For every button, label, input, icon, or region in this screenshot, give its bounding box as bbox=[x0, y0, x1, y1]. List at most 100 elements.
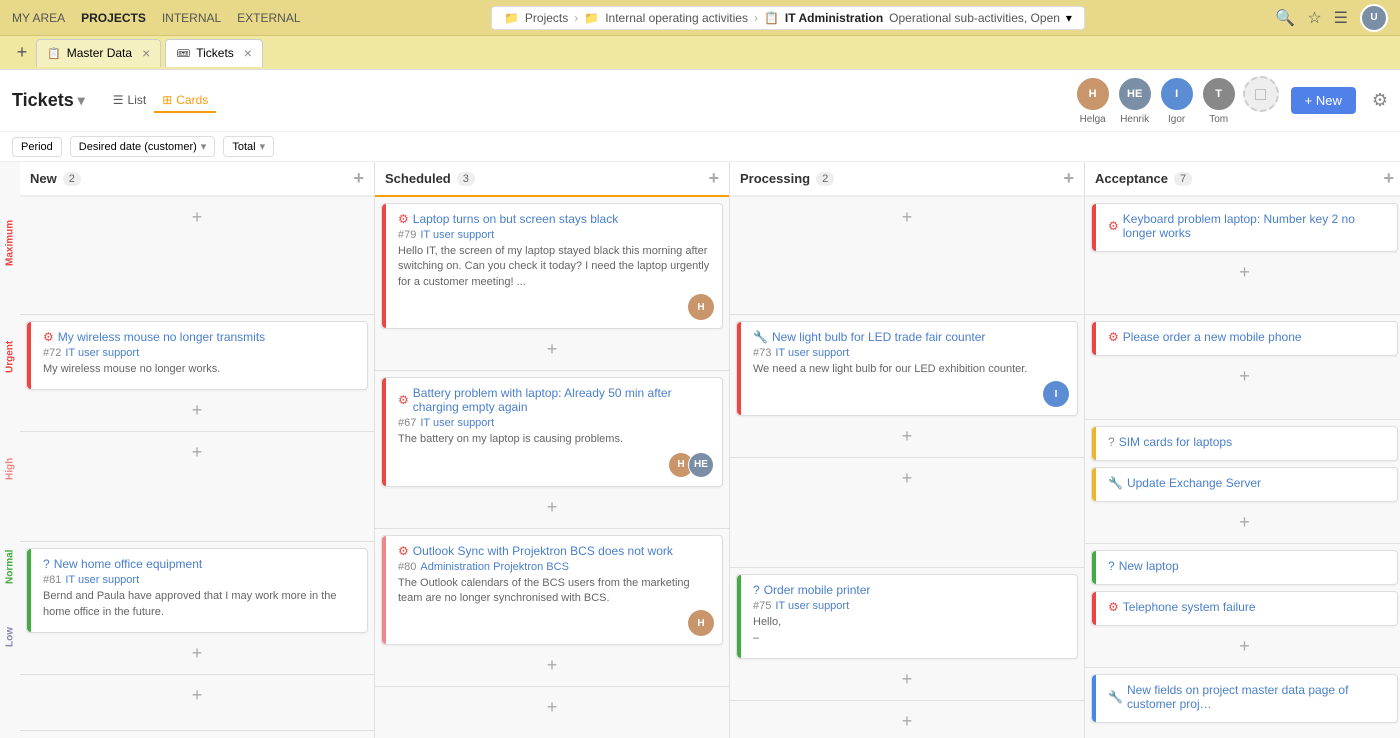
breadcrumb-projects[interactable]: Projects bbox=[525, 11, 568, 25]
breadcrumb-internal[interactable]: Internal operating activities bbox=[605, 11, 748, 25]
add-card-scheduled-high[interactable]: + bbox=[381, 651, 723, 680]
cell-acceptance-urgent: ⚙ Please order a new mobile phone + bbox=[1085, 315, 1400, 420]
card-telephone-failure[interactable]: ⚙ Telephone system failure bbox=[1091, 591, 1398, 626]
filter-period[interactable]: Period bbox=[12, 137, 62, 157]
add-card-scheduled-urgent[interactable]: + bbox=[381, 493, 723, 522]
filter-total[interactable]: Total ▾ bbox=[223, 136, 274, 157]
card-wireless-mouse[interactable]: ⚙ My wireless mouse no longer transmits … bbox=[26, 321, 368, 390]
add-card-processing-normal[interactable]: + bbox=[736, 665, 1078, 694]
add-card-scheduled-normal[interactable]: + bbox=[381, 693, 723, 722]
user-avatar[interactable]: U bbox=[1360, 4, 1388, 32]
star-icon[interactable]: ☆ bbox=[1307, 8, 1321, 28]
card-light-bulb[interactable]: 🔧 New light bulb for LED trade fair coun… bbox=[736, 321, 1078, 416]
add-card-new-maximum[interactable]: + bbox=[26, 203, 368, 232]
add-card-new-high[interactable]: + bbox=[26, 438, 368, 467]
card-new-mobile-phone[interactable]: ⚙ Please order a new mobile phone bbox=[1091, 321, 1398, 356]
card-sim-cards[interactable]: ? SIM cards for laptops bbox=[1091, 426, 1398, 461]
add-card-acceptance-low[interactable]: + bbox=[1091, 729, 1398, 738]
card-content: ? New home office equipment #81 IT user … bbox=[43, 557, 359, 620]
add-card-new-normal[interactable]: + bbox=[26, 639, 368, 668]
card-exchange-server[interactable]: 🔧 Update Exchange Server bbox=[1091, 467, 1398, 502]
col-scheduled-label: Scheduled bbox=[385, 171, 451, 186]
card-outlook-sync[interactable]: ⚙ Outlook Sync with Projektron BCS does … bbox=[381, 535, 723, 646]
priority-bar bbox=[1092, 204, 1096, 251]
card-new-fields[interactable]: 🔧 New fields on project master data page… bbox=[1091, 674, 1398, 723]
toolbar: Tickets ▾ ☰ List ⊞ Cards H Helga HE Henr… bbox=[0, 70, 1400, 132]
cell-new-maximum: + bbox=[20, 197, 374, 315]
tab-tickets-close[interactable]: × bbox=[244, 45, 252, 61]
card-subtitle: #80 Administration Projektron BCS bbox=[398, 561, 714, 573]
card-laptop-screen[interactable]: ⚙ Laptop turns on but screen stays black… bbox=[381, 203, 723, 329]
swimlane-label-maximum: Maximum bbox=[0, 184, 20, 302]
avatar-helga[interactable]: H Helga bbox=[1075, 76, 1111, 125]
card-avatar: H bbox=[688, 610, 714, 636]
menu-icon[interactable]: ☰ bbox=[1334, 8, 1348, 28]
add-card-acceptance-normal[interactable]: + bbox=[1091, 632, 1398, 661]
add-card-new-low[interactable]: + bbox=[26, 681, 368, 710]
nav-internal[interactable]: INTERNAL bbox=[162, 11, 221, 25]
add-card-acceptance-urgent[interactable]: + bbox=[1091, 362, 1398, 391]
card-title: ⚙ Outlook Sync with Projektron BCS does … bbox=[398, 544, 714, 558]
card-body: The battery on my laptop is causing prob… bbox=[398, 432, 714, 447]
nav-my-area[interactable]: MY AREA bbox=[12, 11, 65, 25]
card-title-icon: ⚙ bbox=[398, 393, 409, 407]
cards-view-button[interactable]: ⊞ Cards bbox=[154, 89, 216, 113]
new-button[interactable]: + New bbox=[1291, 87, 1356, 114]
card-home-office[interactable]: ? New home office equipment #81 IT user … bbox=[26, 548, 368, 633]
avatar-igor[interactable]: I Igor bbox=[1159, 76, 1195, 125]
swimlane-label-urgent: Urgent bbox=[0, 302, 20, 412]
card-footer: I bbox=[753, 381, 1069, 407]
add-card-scheduled-maximum[interactable]: + bbox=[381, 335, 723, 364]
cell-processing-low: + bbox=[730, 701, 1084, 738]
filter-desired-date[interactable]: Desired date (customer) ▾ bbox=[70, 136, 216, 157]
card-keyboard-problem[interactable]: ⚙ Keyboard problem laptop: Number key 2 … bbox=[1091, 203, 1398, 252]
col-processing-add[interactable]: + bbox=[1063, 168, 1074, 189]
search-icon[interactable]: 🔍 bbox=[1275, 8, 1295, 28]
card-mobile-printer[interactable]: ? Order mobile printer #75 IT user suppo… bbox=[736, 574, 1078, 659]
list-view-button[interactable]: ☰ List bbox=[105, 89, 154, 113]
col-scheduled-add[interactable]: + bbox=[708, 168, 719, 189]
card-footer: H HE bbox=[398, 452, 714, 478]
filter-total-arrow: ▾ bbox=[260, 140, 266, 153]
priority-bar bbox=[27, 322, 31, 389]
card-new-laptop[interactable]: ? New laptop bbox=[1091, 550, 1398, 585]
add-card-new-urgent[interactable]: + bbox=[26, 396, 368, 425]
nav-external[interactable]: EXTERNAL bbox=[237, 11, 300, 25]
priority-bar bbox=[382, 204, 386, 328]
cell-processing-urgent: 🔧 New light bulb for LED trade fair coun… bbox=[730, 315, 1084, 458]
add-card-processing-urgent[interactable]: + bbox=[736, 422, 1078, 451]
add-card-acceptance-maximum[interactable]: + bbox=[1091, 258, 1398, 287]
tab-master-data-close[interactable]: × bbox=[142, 45, 150, 61]
filter-desired-date-arrow: ▾ bbox=[201, 140, 207, 153]
card-subtitle: #81 IT user support bbox=[43, 574, 359, 586]
card-content: ⚙ My wireless mouse no longer transmits … bbox=[43, 330, 359, 377]
tab-tickets-label: Tickets bbox=[196, 46, 234, 60]
add-card-processing-maximum[interactable]: + bbox=[736, 203, 1078, 232]
card-subtitle: #73 IT user support bbox=[753, 347, 1069, 359]
cell-acceptance-low: 🔧 New fields on project master data page… bbox=[1085, 668, 1400, 738]
card-body: My wireless mouse no longer works. bbox=[43, 362, 359, 377]
add-assignee-button[interactable]: □ bbox=[1243, 76, 1279, 112]
tab-master-data[interactable]: 📋 Master Data × bbox=[36, 39, 161, 67]
avatar-tom[interactable]: T Tom bbox=[1201, 76, 1237, 125]
tab-tickets[interactable]: 🎟 Tickets × bbox=[165, 39, 263, 67]
col-new-add[interactable]: + bbox=[353, 168, 364, 189]
card-footer: H bbox=[398, 294, 714, 320]
filter-settings-button[interactable]: ⚙ bbox=[1372, 90, 1388, 111]
cell-new-normal: ? New home office equipment #81 IT user … bbox=[20, 542, 374, 675]
title-dropdown-arrow[interactable]: ▾ bbox=[78, 92, 85, 109]
col-acceptance-add[interactable]: + bbox=[1383, 168, 1394, 189]
card-title: ⚙ Keyboard problem laptop: Number key 2 … bbox=[1108, 212, 1389, 240]
avatar-henrik[interactable]: HE Henrik bbox=[1117, 76, 1153, 125]
add-card-acceptance-high[interactable]: + bbox=[1091, 508, 1398, 537]
tab-add-button[interactable]: + bbox=[8, 39, 36, 67]
priority-bar bbox=[737, 575, 741, 658]
breadcrumb-current[interactable]: IT Administration bbox=[785, 11, 883, 25]
card-battery-problem[interactable]: ⚙ Battery problem with laptop: Already 5… bbox=[381, 377, 723, 486]
card-title-icon: ⚙ bbox=[1108, 219, 1119, 233]
cell-new-high: + bbox=[20, 432, 374, 542]
col-header-acceptance: Acceptance 7 + bbox=[1085, 162, 1400, 197]
nav-projects[interactable]: PROJECTS bbox=[81, 11, 146, 25]
add-card-processing-high[interactable]: + bbox=[736, 464, 1078, 493]
add-card-processing-low[interactable]: + bbox=[736, 707, 1078, 736]
